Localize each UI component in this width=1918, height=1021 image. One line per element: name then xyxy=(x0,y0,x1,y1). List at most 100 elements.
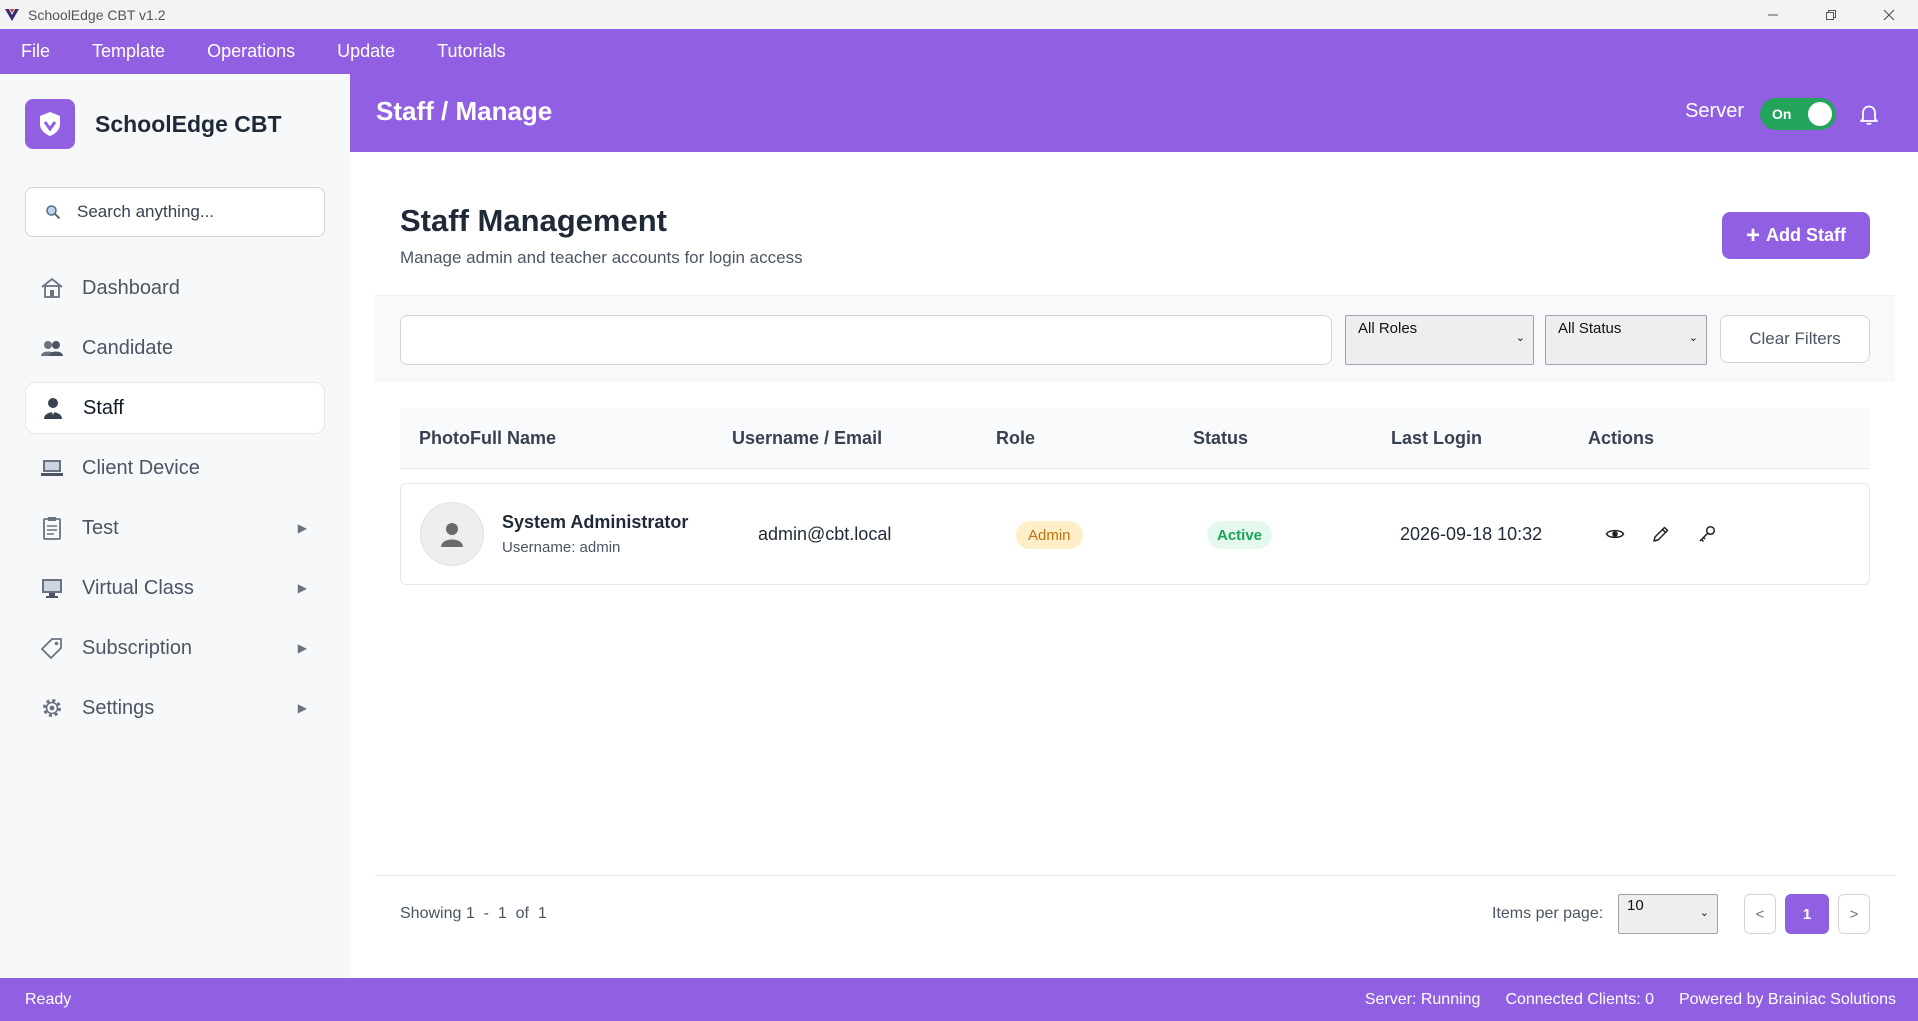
server-status: Server: Running xyxy=(1364,991,1481,1008)
users-icon xyxy=(39,335,65,361)
title-bar: SchoolEdge CBT v1.2 xyxy=(0,0,1918,29)
search-placeholder: Search anything... xyxy=(77,202,215,221)
menu-template[interactable]: Template xyxy=(71,41,186,62)
column-header-status[interactable]: Status xyxy=(1193,428,1248,449)
sidebar-item-label: Staff xyxy=(83,396,124,419)
sidebar-item-label: Candidate xyxy=(82,336,174,359)
plus-icon: + xyxy=(1745,221,1760,249)
column-header-actions: Actions xyxy=(1588,428,1655,448)
window-title: SchoolEdge CBT v1.2 xyxy=(28,6,166,23)
prev-page-button[interactable]: < xyxy=(1744,894,1776,934)
sidebar-item-label: Virtual Class xyxy=(82,576,194,599)
window-controls xyxy=(1744,0,1918,29)
sidebar-item-label: Subscription xyxy=(82,636,193,659)
sidebar-item-client-device[interactable]: Client Device xyxy=(25,442,325,494)
staff-search-input[interactable] xyxy=(400,315,1332,365)
next-page-button[interactable]: > xyxy=(1838,894,1870,934)
roles-select[interactable]: All Roles ⌄ xyxy=(1345,315,1534,365)
status-bar: Ready Server: Running Connected Clients:… xyxy=(0,978,1918,1021)
brand-name: SchoolEdge CBT xyxy=(95,110,282,137)
chevron-down-icon: ⌄ xyxy=(1699,907,1709,919)
sidebar-item-label: Dashboard xyxy=(82,276,180,299)
clear-filters-button[interactable]: Clear Filters xyxy=(1720,315,1870,363)
page-header: Staff / Manage Server On xyxy=(350,74,1918,152)
items-per-page-value: 10 xyxy=(1627,897,1644,914)
chevron-down-icon: ⌄ xyxy=(1688,332,1698,344)
status-select[interactable]: All Status ⌄ xyxy=(1545,315,1707,365)
avatar xyxy=(420,502,484,566)
sidebar-item-label: Client Device xyxy=(82,456,200,479)
sidebar-item-candidate[interactable]: Candidate xyxy=(25,322,325,374)
app-logo-icon xyxy=(3,6,21,24)
last-login-value: 2026-09-18 10:32 xyxy=(1400,524,1543,544)
sidebar-item-virtual-class[interactable]: Virtual Class ▶ xyxy=(25,562,325,614)
roles-select-value: All Roles xyxy=(1358,320,1418,337)
menu-tutorials[interactable]: Tutorials xyxy=(416,41,526,62)
powered-by: Powered by Brainiac Solutions xyxy=(1678,991,1896,1008)
expand-arrow-icon: ▶ xyxy=(297,521,307,535)
staff-email: admin@cbt.local xyxy=(758,524,892,544)
status-badge: Active xyxy=(1207,521,1273,549)
monitor-icon xyxy=(39,575,65,601)
staff-icon xyxy=(40,395,66,421)
breadcrumb: Staff / Manage xyxy=(376,96,553,126)
add-staff-label: Add Staff xyxy=(1766,225,1846,245)
page-title: Staff Management xyxy=(400,203,667,238)
column-header-role[interactable]: Role xyxy=(996,428,1035,449)
column-header-username-email[interactable]: Username / Email xyxy=(732,428,882,449)
sidebar-item-dashboard[interactable]: Dashboard xyxy=(25,262,325,314)
sidebar-item-staff[interactable]: Staff xyxy=(25,382,325,434)
sidebar-item-settings[interactable]: Settings ▶ xyxy=(25,682,325,734)
staff-username: Username: admin xyxy=(502,539,621,556)
reset-password-key-icon[interactable] xyxy=(1695,522,1719,546)
server-toggle-state: On xyxy=(1772,106,1792,122)
table-header: PhotoFull Name Username / Email Role Sta… xyxy=(400,408,1870,469)
page-subtitle: Manage admin and teacher accounts for lo… xyxy=(400,248,803,267)
expand-arrow-icon: ▶ xyxy=(297,641,307,655)
clipboard-icon xyxy=(39,515,65,541)
status-right: Server: Running Connected Clients: 0 Pow… xyxy=(1365,991,1896,1009)
search-icon xyxy=(44,203,62,221)
sidebar-item-test[interactable]: Test ▶ xyxy=(25,502,325,554)
restore-button[interactable] xyxy=(1802,0,1860,29)
server-toggle[interactable]: On xyxy=(1760,98,1836,130)
sidebar: SchoolEdge CBT Search anything... Dashbo… xyxy=(0,74,350,978)
bell-icon[interactable] xyxy=(1856,101,1882,127)
chevron-down-icon: ⌄ xyxy=(1515,332,1525,344)
add-staff-button[interactable]: + Add Staff xyxy=(1722,212,1870,259)
column-header-last-login[interactable]: Last Login xyxy=(1391,428,1482,449)
menu-file[interactable]: File xyxy=(0,41,71,62)
close-button[interactable] xyxy=(1860,0,1918,29)
expand-arrow-icon: ▶ xyxy=(297,581,307,595)
sidebar-item-subscription[interactable]: Subscription ▶ xyxy=(25,622,325,674)
staff-full-name: System Administrator xyxy=(502,512,689,532)
filter-bar: All Roles ⌄ All Status ⌄ Clear Filters xyxy=(375,295,1895,382)
gear-icon xyxy=(39,695,65,721)
role-badge: Admin xyxy=(1016,521,1083,549)
showing-count: Showing 1 - 1 of 1 xyxy=(400,905,547,922)
status-ready: Ready xyxy=(25,991,72,1008)
connected-clients: Connected Clients: 0 xyxy=(1505,991,1654,1008)
sidebar-item-label: Settings xyxy=(82,696,155,719)
edit-pencil-icon[interactable] xyxy=(1649,522,1673,546)
minimize-button[interactable] xyxy=(1744,0,1802,29)
expand-arrow-icon: ▶ xyxy=(297,701,307,715)
laptop-icon xyxy=(39,455,65,481)
table-row: System Administrator Username: admin adm… xyxy=(400,483,1870,585)
items-per-page-select[interactable]: 10 ⌄ xyxy=(1618,894,1718,934)
menu-operations[interactable]: Operations xyxy=(186,41,316,62)
menu-update[interactable]: Update xyxy=(316,41,416,62)
pagination-divider xyxy=(375,875,1895,876)
toggle-knob xyxy=(1808,102,1832,126)
page-1-button[interactable]: 1 xyxy=(1785,894,1829,934)
sidebar-search-input[interactable]: Search anything... xyxy=(25,187,325,237)
items-per-page-label: Items per page: xyxy=(1492,905,1604,922)
status-select-value: All Status xyxy=(1558,320,1622,337)
column-header-photo-name[interactable]: PhotoFull Name xyxy=(419,428,556,449)
tag-icon xyxy=(39,635,65,661)
sidebar-item-label: Test xyxy=(82,516,119,539)
brand-logo-icon xyxy=(25,99,75,149)
menu-bar: File Template Operations Update Tutorial… xyxy=(0,29,1918,74)
view-eye-icon[interactable] xyxy=(1603,522,1627,546)
server-label: Server xyxy=(1685,100,1744,122)
